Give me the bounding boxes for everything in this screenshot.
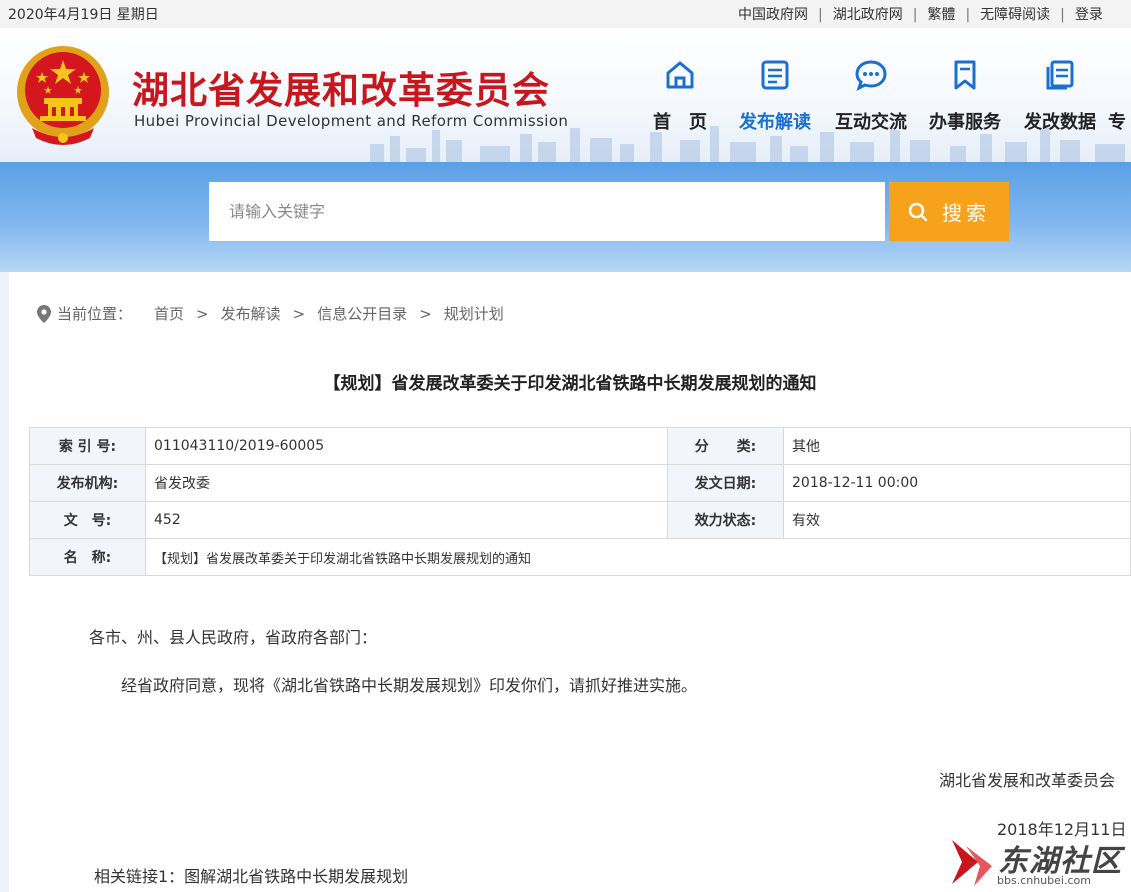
nav-services[interactable]: 办事服务 <box>917 58 1013 134</box>
data-copy-icon <box>1046 60 1074 90</box>
search-band: 搜索 <box>0 162 1131 272</box>
nav-home[interactable]: 首 页 <box>632 58 728 134</box>
document-icon <box>761 60 789 90</box>
link-accessibility[interactable]: 无障碍阅读 <box>980 7 1050 23</box>
index-number-label: 索 引 号: <box>29 427 146 465</box>
nav-services-label: 办事服务 <box>929 112 1001 133</box>
issue-date-label: 发文日期: <box>667 464 784 502</box>
community-watermark: 东湖社区 bbs.cnhubei.com <box>948 834 1128 890</box>
current-date: 2020年4月19日 星期日 <box>8 7 159 23</box>
validity-status-value: 有效 <box>783 501 1131 539</box>
issuer-label: 发布机构: <box>29 464 146 502</box>
link-login[interactable]: 登录 <box>1075 7 1103 23</box>
search-icon <box>908 202 928 221</box>
table-row: 索 引 号: 011043110/2019-60005 分 类: 其他 <box>29 427 1131 465</box>
signing-organization: 湖北省发展和改革委员会 <box>939 771 1116 790</box>
nav-special-truncated[interactable]: 专 <box>1108 58 1131 134</box>
breadcrumb-label: 当前位置： <box>57 305 133 323</box>
related-link[interactable]: 相关链接1：图解湖北省铁路中长期发展规划 <box>94 863 408 887</box>
chat-icon <box>855 60 887 91</box>
nav-special-label: 专 <box>1108 112 1126 133</box>
table-row: 文 号: 452 效力状态: 有效 <box>29 501 1131 539</box>
breadcrumb-release[interactable]: 发布解读 <box>221 303 281 324</box>
national-emblem-logo <box>17 46 109 145</box>
document-title: 【规划】省发展改革委关于印发湖北省铁路中长期发展规划的通知 <box>323 374 817 394</box>
link-hubei-gov[interactable]: 湖北政府网 <box>833 7 903 23</box>
watermark-logo-icon <box>952 840 992 886</box>
salutation: 各市、州、县人民政府，省政府各部门： <box>89 628 378 647</box>
document-name-label: 名 称: <box>29 538 146 576</box>
breadcrumb-planning[interactable]: 规划计划 <box>444 303 504 324</box>
link-traditional-chinese[interactable]: 繁體 <box>927 7 955 23</box>
watermark-url: bbs.cnhubei.com <box>997 874 1091 887</box>
nav-data-label: 发改数据 <box>1024 112 1096 133</box>
category-value: 其他 <box>783 427 1131 465</box>
nav-release-interpretation[interactable]: 发布解读 <box>727 58 823 134</box>
document-number-label: 文 号: <box>29 501 146 539</box>
body-paragraph: 经省政府同意，现将《湖北省铁路中长期发展规划》印发你们，请抓好推进实施。 <box>121 676 698 695</box>
site-title: 湖北省发展和改革委员会 <box>132 69 550 112</box>
nav-interaction-label: 互动交流 <box>835 112 907 133</box>
table-row: 名 称: 【规划】省发展改革委关于印发湖北省铁路中长期发展规划的通知 <box>29 538 1131 576</box>
issue-date-value: 2018-12-11 00:00 <box>783 464 1131 502</box>
document-name-value: 【规划】省发展改革委关于印发湖北省铁路中长期发展规划的通知 <box>145 538 1131 576</box>
breadcrumb-home[interactable]: 首页 <box>154 303 184 324</box>
bookmark-icon <box>954 60 976 90</box>
search-input[interactable] <box>209 182 885 241</box>
nav-release-label: 发布解读 <box>739 112 811 133</box>
site-subtitle-english: Hubei Provincial Development and Reform … <box>134 112 569 130</box>
issuer-value: 省发改委 <box>145 464 668 502</box>
document-number-value: 452 <box>145 501 668 539</box>
nav-interaction[interactable]: 互动交流 <box>823 58 919 134</box>
nav-data[interactable]: 发改数据 <box>1012 58 1108 134</box>
validity-status-label: 效力状态: <box>667 501 784 539</box>
search-button-label: 搜索 <box>942 201 990 225</box>
nav-home-label: 首 页 <box>653 112 707 133</box>
top-utility-bar: 2020年4月19日 星期日 中国政府网 | 湖北政府网 | 繁體 | 无障碍阅读 | 登录 <box>0 0 1131 28</box>
top-links: 中国政府网 | 湖北政府网 | 繁體 | 无障碍阅读 | 登录 <box>738 7 1103 23</box>
index-number-value: 011043110/2019-60005 <box>145 427 668 465</box>
document-metadata-table: 索 引 号: 011043110/2019-60005 分 类: 其他 发布机构… <box>29 427 1131 576</box>
breadcrumb: 当前位置： 首页 > 发布解读 > 信息公开目录 > 规划计划 <box>37 303 504 324</box>
main-content: 当前位置： 首页 > 发布解读 > 信息公开目录 > 规划计划 【规划】省发展改… <box>9 272 1131 892</box>
table-row: 发布机构: 省发改委 发文日期: 2018-12-11 00:00 <box>29 464 1131 502</box>
category-label: 分 类: <box>667 427 784 465</box>
location-pin-icon <box>37 304 51 323</box>
link-china-gov[interactable]: 中国政府网 <box>738 7 808 23</box>
site-header: 湖北省发展和改革委员会 Hubei Provincial Development… <box>0 28 1131 162</box>
home-icon <box>666 61 694 89</box>
search-button[interactable]: 搜索 <box>889 182 1009 241</box>
breadcrumb-info-catalog[interactable]: 信息公开目录 <box>317 303 407 324</box>
